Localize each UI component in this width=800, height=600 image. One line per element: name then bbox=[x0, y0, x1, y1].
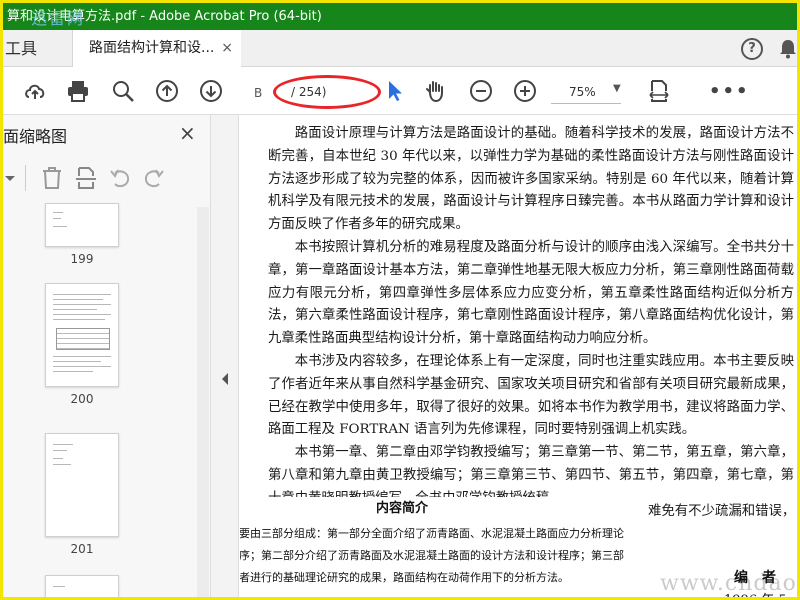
doc-text-fragment: 难免有不少疏漏和错误， bbox=[648, 504, 796, 519]
doc-paragraph: 路面设计原理与计算方法是路面设计的基础。随着科学技术的发展，路面设计方法不断完善… bbox=[268, 126, 794, 233]
title-bar: 算和设计电算方法.pdf - Adobe Acrobat Pro (64-bit… bbox=[3, 3, 797, 30]
overlay-body: 本书主要由三部分组成：第一部分全面介绍了沥青路面、水泥混凝土路面应力分析理论及计… bbox=[240, 523, 624, 589]
page-number-input[interactable]: B bbox=[241, 80, 275, 104]
chevron-down-icon[interactable]: ▼ bbox=[613, 83, 621, 94]
zoom-in-icon[interactable] bbox=[513, 79, 537, 103]
zoom-out-icon[interactable] bbox=[469, 79, 493, 103]
tab-tools[interactable]: 工具 bbox=[3, 30, 73, 67]
page-down-icon[interactable] bbox=[199, 79, 223, 103]
undo-icon[interactable] bbox=[109, 167, 131, 189]
document-view[interactable]: 路面设计原理与计算方法是路面设计的基础。随着科学技术的发展，路面设计方法不断完善… bbox=[240, 115, 797, 597]
overlay-paragraph: 本书主要由三部分组成：第一部分全面介绍了沥青路面、水泥混凝土路面应力分析理论及计… bbox=[240, 527, 624, 584]
page-thumbnail[interactable] bbox=[45, 433, 119, 537]
hand-icon[interactable] bbox=[423, 79, 447, 103]
thumbnail-label: 200 bbox=[70, 392, 94, 406]
thumbnail-label: 199 bbox=[70, 252, 94, 266]
print-icon[interactable] bbox=[66, 79, 90, 103]
toolbar: B / 254) 75% ▼ ••• bbox=[3, 67, 797, 115]
tab-close-icon[interactable]: × bbox=[221, 30, 233, 67]
document-text: 路面设计原理与计算方法是路面设计的基础。随着科学技术的发展，路面设计方法不断完善… bbox=[268, 123, 794, 511]
tab-document[interactable]: 路面结构计算和设... × bbox=[73, 30, 241, 67]
chevron-down-icon[interactable] bbox=[5, 173, 15, 183]
tab-document-label: 路面结构计算和设... bbox=[89, 40, 215, 56]
annotation-ellipse bbox=[273, 75, 381, 109]
zoom-search-icon[interactable] bbox=[111, 79, 135, 103]
divider bbox=[25, 165, 26, 191]
thumbnail-list[interactable]: 199 200 201 bbox=[3, 203, 211, 597]
doc-date: 1996 年 5 月 bbox=[724, 589, 797, 597]
overlaid-page-fragment: 内容简介 本书主要由三部分组成：第一部分全面介绍了沥青路面、水泥混凝土路面应力分… bbox=[240, 497, 626, 597]
doc-author: 编者 bbox=[734, 570, 790, 586]
watermark-top: 迅雷网 bbox=[31, 9, 86, 28]
app-window: 算和设计电算方法.pdf - Adobe Acrobat Pro (64-bit… bbox=[0, 0, 800, 600]
panel-splitter[interactable] bbox=[211, 115, 239, 597]
redo-icon[interactable] bbox=[143, 167, 165, 189]
overlay-heading: 内容简介 bbox=[376, 501, 429, 516]
page-thumbnail[interactable] bbox=[45, 575, 119, 597]
help-icon[interactable]: ? bbox=[741, 38, 763, 60]
page-up-icon[interactable] bbox=[155, 79, 179, 103]
zoom-select[interactable]: 75% bbox=[551, 80, 621, 104]
more-icon[interactable]: ••• bbox=[709, 81, 750, 102]
panel-close-icon[interactable]: × bbox=[179, 121, 196, 145]
thumbnail-scrollbar[interactable] bbox=[197, 207, 209, 597]
panel-toolbar bbox=[3, 161, 211, 195]
doc-paragraph: 本书涉及内容较多，在理论体系上有一定深度，同时也注重实践应用。本书主要反映了作者… bbox=[268, 353, 794, 438]
thumbnail-label: 201 bbox=[70, 542, 94, 556]
bell-icon[interactable] bbox=[779, 39, 797, 59]
collapse-arrow-icon[interactable] bbox=[221, 373, 229, 385]
page-fit-icon[interactable] bbox=[647, 79, 671, 103]
tab-bar: 工具 路面结构计算和设... × ? bbox=[3, 30, 797, 67]
page-thumbnail[interactable] bbox=[45, 283, 119, 387]
thumbnails-panel: 面缩略图 × 199 200 201 bbox=[3, 115, 211, 597]
upload-icon[interactable] bbox=[23, 79, 47, 103]
doc-paragraph: 本书按照计算机分析的难易程度及路面分析与设计的顺序由浅入深编写。全书共分十章，第… bbox=[268, 239, 794, 347]
extract-pages-icon[interactable] bbox=[75, 166, 97, 190]
page-thumbnail[interactable] bbox=[45, 203, 119, 247]
panel-title: 面缩略图 bbox=[3, 127, 68, 146]
delete-icon[interactable] bbox=[41, 166, 63, 190]
select-cursor-icon[interactable] bbox=[383, 79, 407, 103]
